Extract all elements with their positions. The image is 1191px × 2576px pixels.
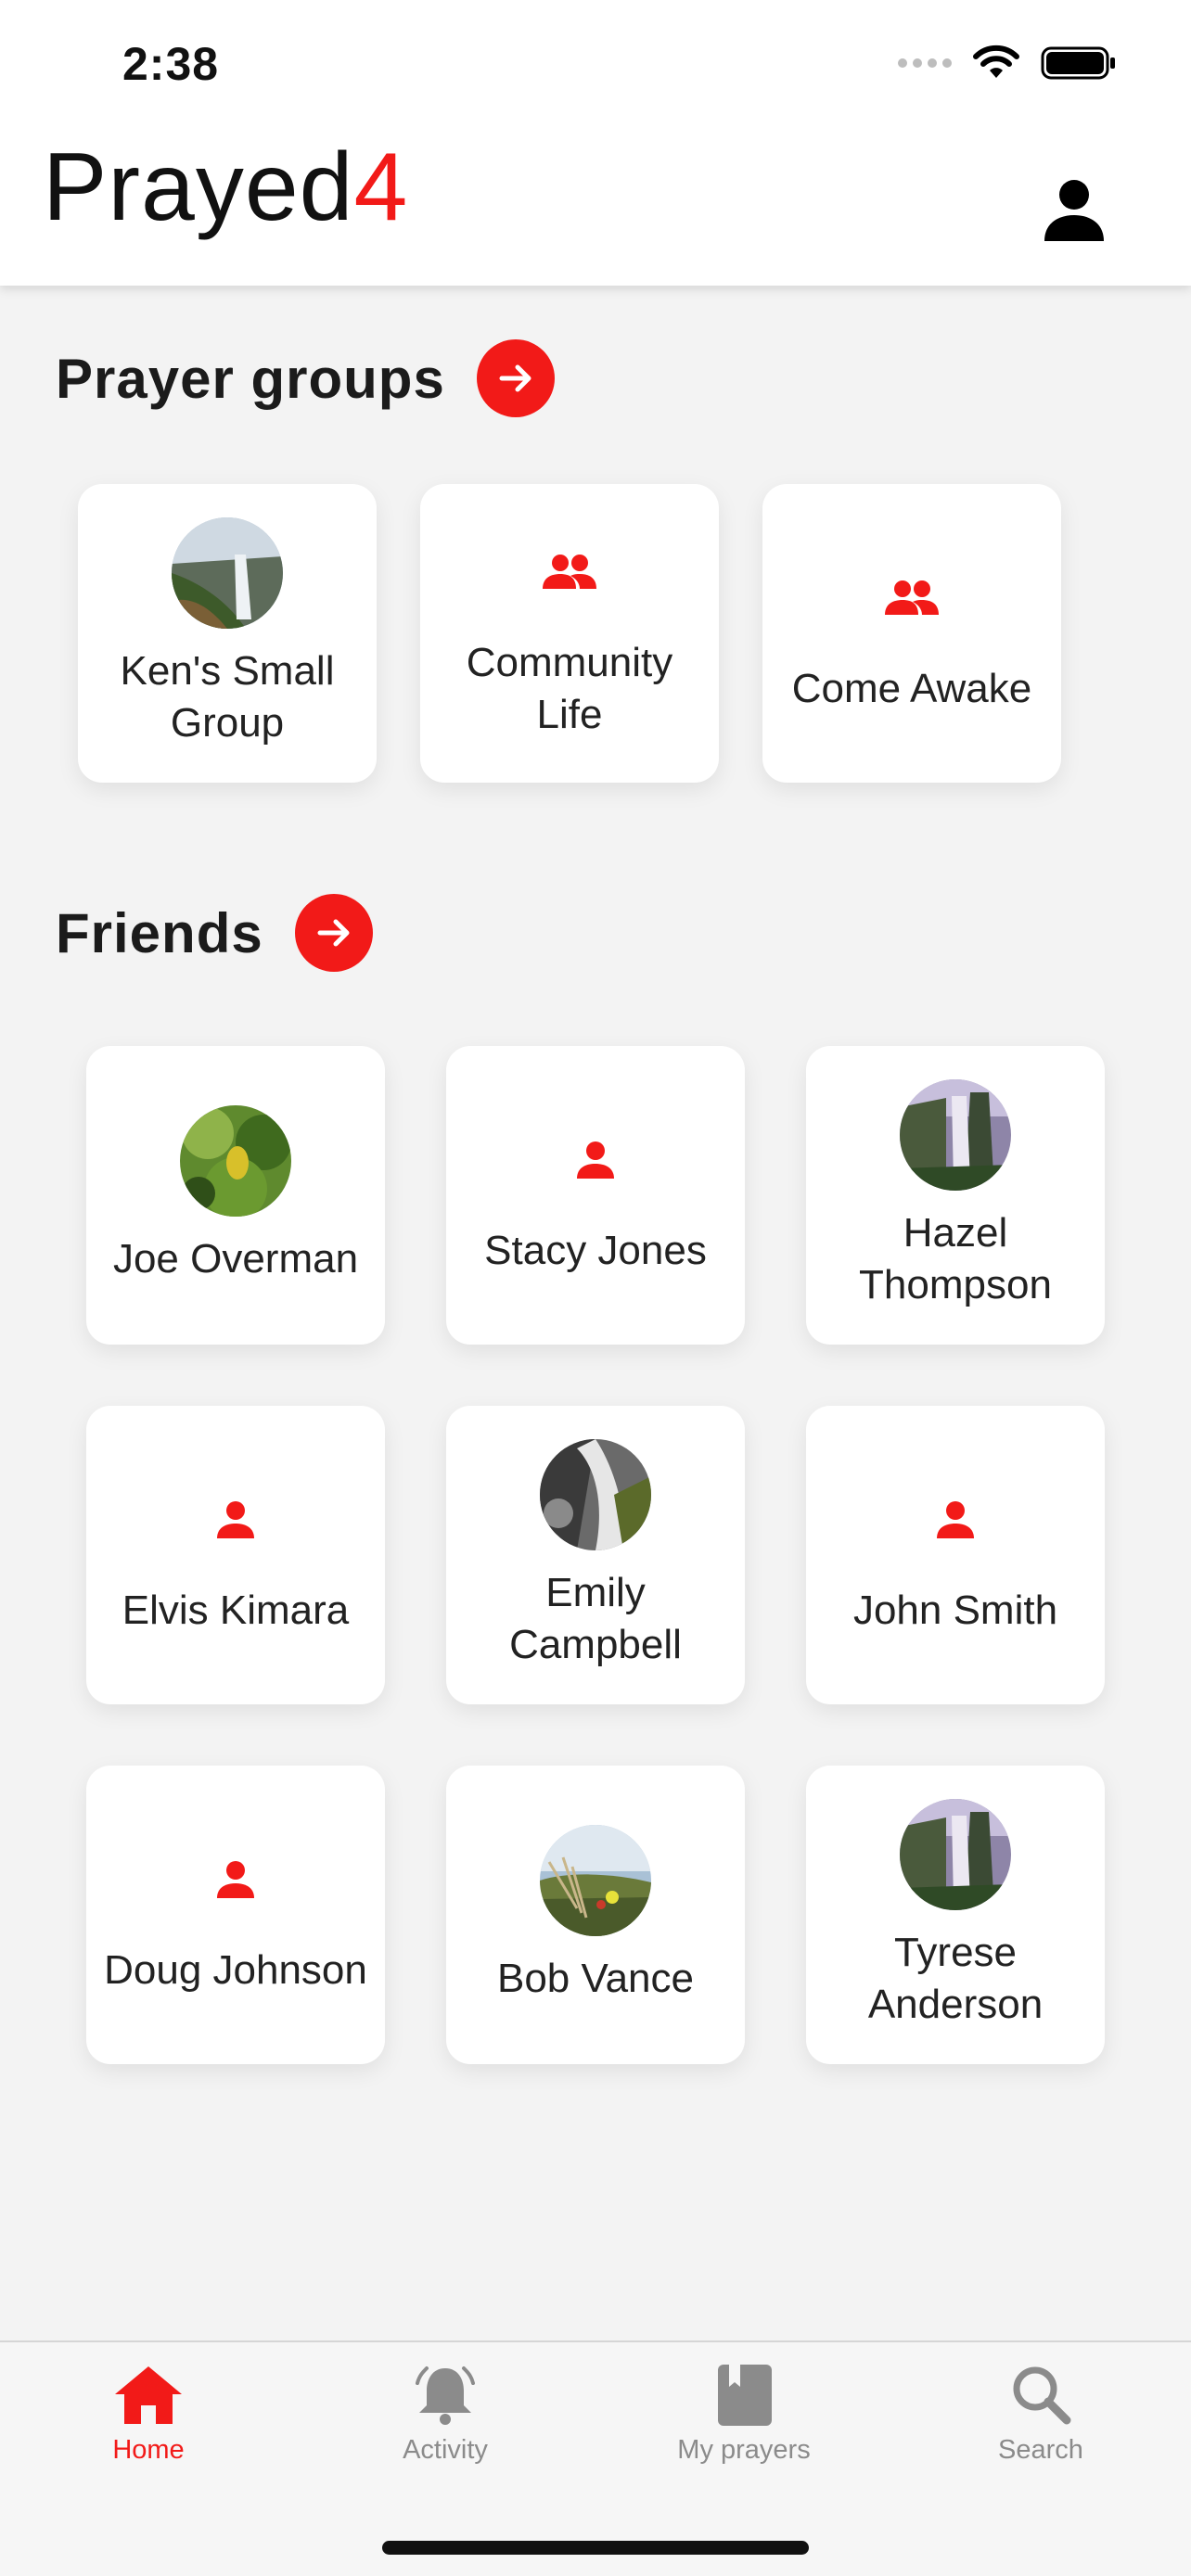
group-card[interactable]: Community Life: [420, 484, 719, 783]
friend-name: John Smith: [852, 1588, 1058, 1633]
group-avatar: [172, 517, 283, 629]
wifi-icon: [973, 45, 1019, 78]
status-time: 2:38: [122, 38, 220, 90]
friends-title: Friends: [56, 901, 263, 964]
group-icon: [543, 555, 596, 589]
group-name: Community Life: [466, 640, 673, 737]
book-icon: [718, 2365, 772, 2426]
app-header: 2:38 Prayed4: [0, 0, 1191, 286]
group-icon-slot: [856, 552, 967, 644]
friend-avatar: [900, 1079, 1011, 1191]
friend-card[interactable]: Hazel Thompson: [806, 1046, 1105, 1345]
tab-home[interactable]: Home: [19, 2363, 278, 2466]
friend-name: Doug Johnson: [104, 1947, 367, 1993]
friend-card[interactable]: Stacy Jones: [446, 1046, 745, 1345]
prayer-groups-header: Prayer groups: [56, 339, 555, 417]
group-card[interactable]: Ken's Small Group: [78, 484, 377, 783]
friends-header: Friends: [56, 894, 373, 972]
friend-name: Bob Vance: [496, 1956, 694, 2001]
friend-card[interactable]: Doug Johnson: [86, 1766, 385, 2064]
friend-name: Hazel Thompson: [859, 1210, 1052, 1307]
person-icon-slot: [540, 1114, 651, 1206]
tab-label: Activity: [403, 2435, 488, 2465]
friend-name: Joe Overman: [112, 1236, 359, 1282]
home-indicator: [382, 2541, 809, 2555]
tab-label: Home: [112, 2435, 185, 2465]
person-icon: [937, 1501, 974, 1538]
arrow-right-icon: [317, 919, 350, 947]
friend-card[interactable]: Bob Vance: [446, 1766, 745, 2064]
group-icon: [885, 580, 939, 615]
group-name: Come Awake: [791, 666, 1032, 711]
friend-card[interactable]: John Smith: [806, 1406, 1105, 1704]
home-icon: [115, 2366, 182, 2424]
tab-label: Search: [998, 2435, 1083, 2465]
tab-activity[interactable]: Activity: [315, 2363, 575, 2466]
friend-avatar: [540, 1825, 651, 1936]
tab-my-prayers[interactable]: My prayers: [614, 2363, 874, 2466]
prayer-groups-title: Prayer groups: [56, 347, 445, 410]
person-icon: [577, 1141, 614, 1179]
person-icon-slot: [180, 1473, 291, 1566]
group-card[interactable]: Come Awake: [762, 484, 1061, 783]
friend-card[interactable]: Elvis Kimara: [86, 1406, 385, 1704]
group-name: Ken's Small Group: [120, 648, 335, 746]
battery-icon: [1041, 46, 1115, 80]
person-icon-slot: [180, 1833, 291, 1926]
app-logo: Prayed4: [43, 134, 409, 241]
person-icon: [217, 1861, 254, 1898]
friend-name: Emily Campbell: [509, 1570, 682, 1667]
friend-avatar: [540, 1439, 651, 1550]
friend-avatar: [900, 1799, 1011, 1910]
group-icon-slot: [514, 526, 625, 618]
signal-icon: [898, 58, 952, 68]
friend-name: Stacy Jones: [484, 1228, 707, 1273]
bell-icon: [416, 2366, 475, 2425]
friend-name: Tyrese Anderson: [867, 1930, 1044, 2027]
person-icon: [217, 1501, 254, 1538]
tab-search[interactable]: Search: [911, 2363, 1171, 2466]
tab-label: My prayers: [677, 2435, 811, 2465]
prayer-groups-arrow-button[interactable]: [476, 339, 555, 417]
person-icon-slot: [900, 1473, 1011, 1566]
friend-avatar: [180, 1105, 291, 1217]
status-icons: [898, 45, 1117, 82]
profile-icon[interactable]: [1041, 176, 1108, 243]
arrow-right-icon: [499, 364, 531, 392]
friend-card[interactable]: Emily Campbell: [446, 1406, 745, 1704]
friend-card[interactable]: Tyrese Anderson: [806, 1766, 1105, 2064]
friend-name: Elvis Kimara: [122, 1588, 350, 1633]
search-icon: [1013, 2366, 1071, 2425]
friends-arrow-button[interactable]: [294, 894, 373, 972]
friend-card[interactable]: Joe Overman: [86, 1046, 385, 1345]
